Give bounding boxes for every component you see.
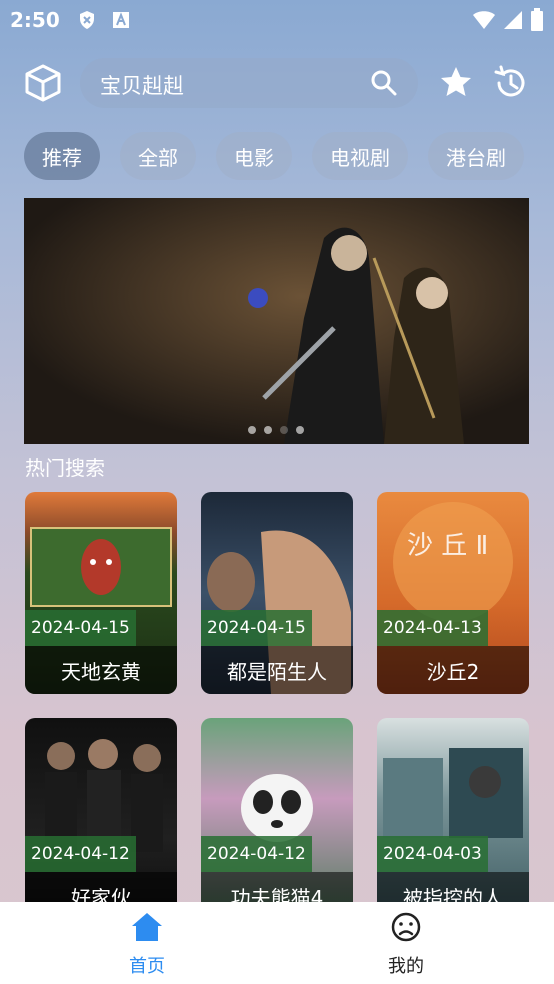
carousel-indicator [248,426,304,434]
carousel-dot[interactable] [248,426,256,434]
history-icon[interactable] [492,64,530,102]
search-text: 宝贝赳赳 [100,74,184,98]
movie-card[interactable]: 2024-04-15 都是陌生人 [201,492,353,694]
carousel-dot[interactable] [264,426,272,434]
tab-hk-tw-series[interactable]: 港台剧 [428,132,524,180]
banner-image [24,198,529,444]
cube-icon[interactable] [22,62,64,104]
card-date: 2024-04-15 [25,610,136,646]
carousel-dot[interactable] [280,426,288,434]
movie-card[interactable]: 2024-04-12 好家伙 [25,718,177,920]
svg-text:沙 丘 Ⅱ: 沙 丘 Ⅱ [407,531,488,561]
movie-card[interactable]: 沙 丘 Ⅱ 2024-04-13 沙丘2 [377,492,529,694]
star-icon[interactable] [438,64,474,100]
tab-movies[interactable]: 电影 [216,132,292,180]
nav-profile-label: 我的 [388,956,424,977]
bottom-navigation: 首页 我的 [0,902,554,984]
shield-icon [76,9,98,31]
search-icon[interactable] [370,69,398,97]
card-title: 都是陌生人 [201,646,353,694]
battery-icon [530,8,544,36]
movie-card[interactable]: 2024-04-03 被指控的人 [377,718,529,920]
carousel-dot[interactable] [296,426,304,434]
a-box-icon [110,9,132,31]
card-date: 2024-04-12 [25,836,136,872]
card-title: 天地玄黄 [25,646,177,694]
home-icon [130,910,164,948]
card-date: 2024-04-12 [201,836,312,872]
nav-home-label: 首页 [129,956,165,977]
status-icons [472,8,544,36]
nav-home[interactable]: 首页 [87,910,207,980]
movie-card[interactable]: 2024-04-12 功夫熊猫4 [201,718,353,920]
status-bar: 2:50 [0,0,554,40]
top-bar: 宝贝赳赳 [0,56,554,110]
card-date: 2024-04-13 [377,610,488,646]
wifi-icon [472,9,496,35]
nav-profile[interactable]: 我的 [346,910,466,980]
category-tabs: 推荐 全部 电影 电视剧 港台剧 [24,132,524,180]
signal-icon [502,9,524,35]
card-date: 2024-04-03 [377,836,488,872]
section-title-hot-search: 热门搜索 [25,456,105,480]
search-input[interactable]: 宝贝赳赳 [80,58,418,108]
face-icon [389,910,423,948]
tab-all[interactable]: 全部 [120,132,196,180]
card-title: 沙丘2 [377,646,529,694]
banner-carousel[interactable] [24,198,529,444]
status-time: 2:50 [10,8,60,32]
tab-recommend[interactable]: 推荐 [24,132,100,180]
tab-tv-series[interactable]: 电视剧 [312,132,408,180]
movie-card[interactable]: 2024-04-15 天地玄黄 [25,492,177,694]
card-date: 2024-04-15 [201,610,312,646]
